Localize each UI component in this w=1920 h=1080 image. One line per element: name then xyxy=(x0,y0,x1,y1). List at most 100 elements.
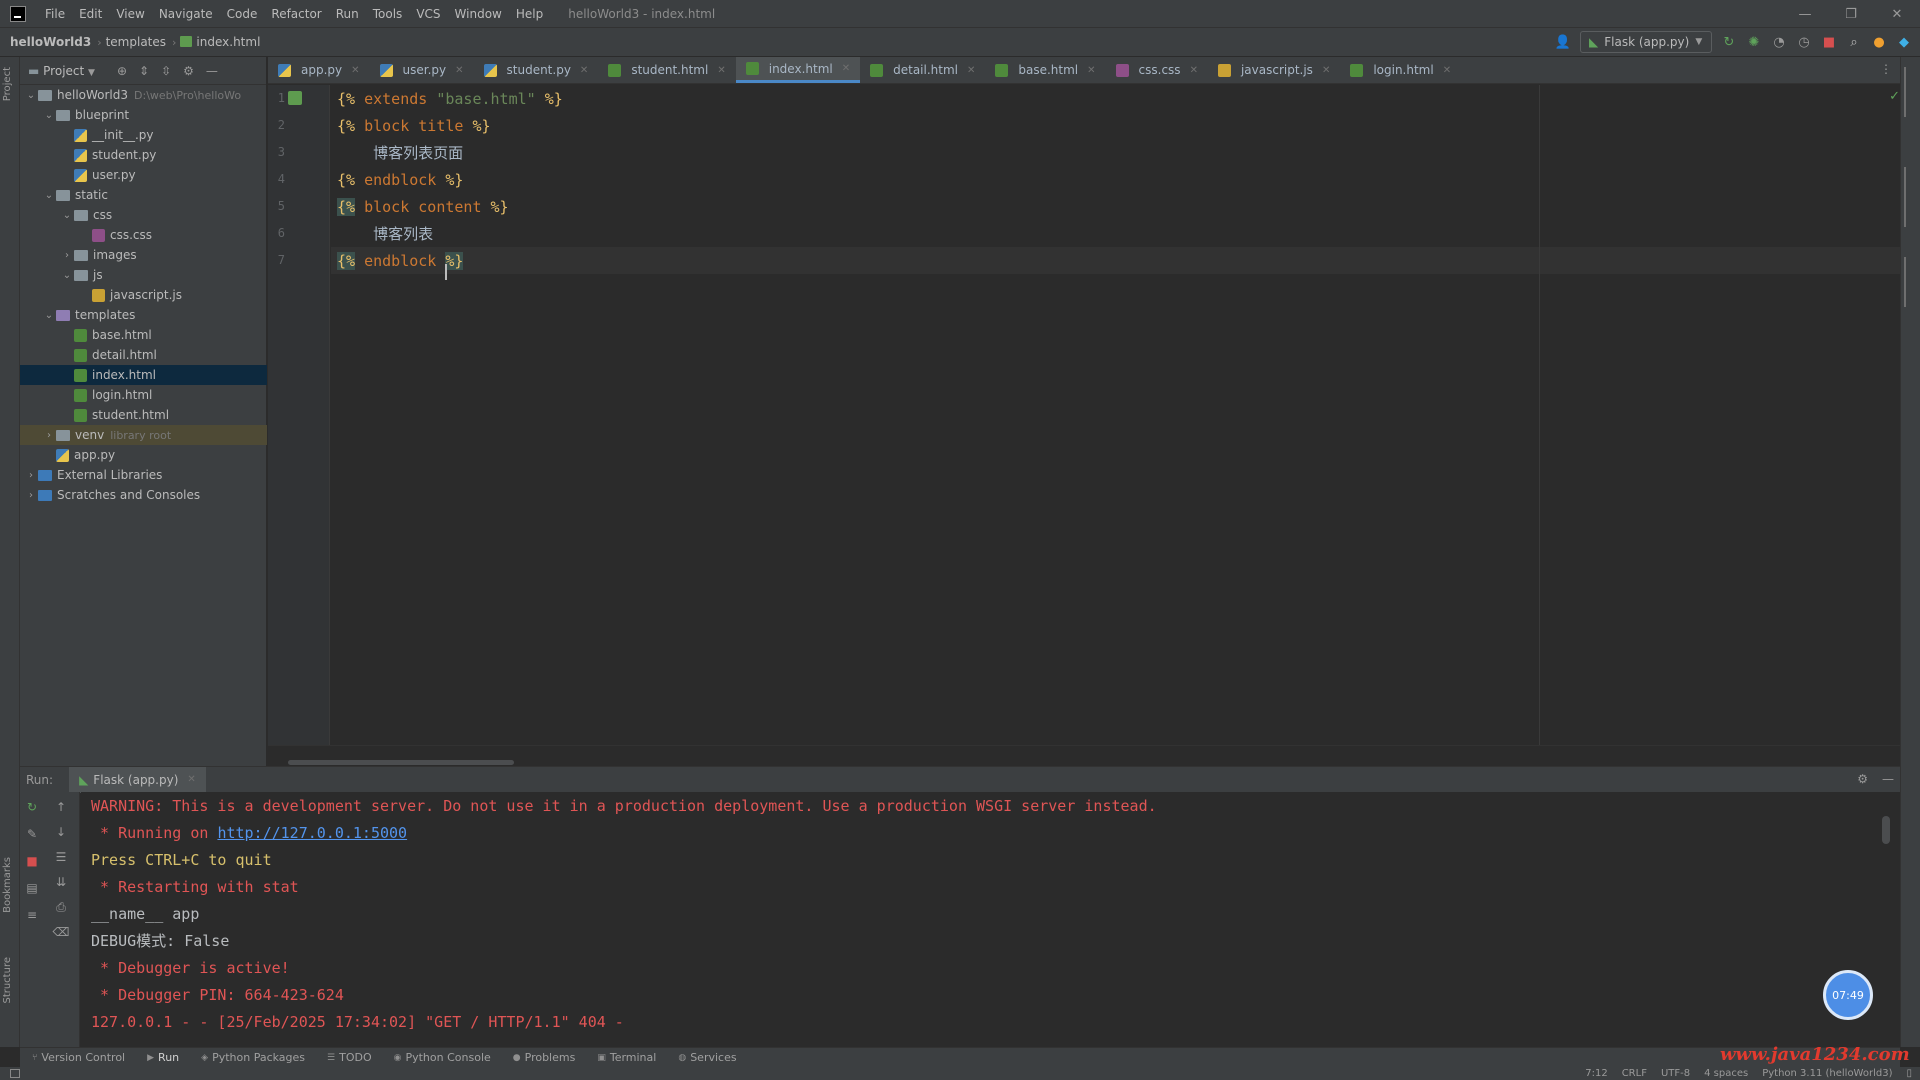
menu-edit[interactable]: Edit xyxy=(72,7,109,21)
menu-tools[interactable]: Tools xyxy=(366,7,410,21)
breadcrumb-project[interactable]: helloWorld3 xyxy=(0,35,91,49)
more-tabs-icon[interactable]: ⋮ xyxy=(1880,62,1892,76)
server-url-link[interactable]: http://127.0.0.1:5000 xyxy=(217,824,407,842)
stop-icon[interactable]: ■ xyxy=(25,854,39,868)
menu-help[interactable]: Help xyxy=(509,7,550,21)
chevron-down-icon[interactable]: ⌄ xyxy=(42,190,56,201)
chevron-right-icon[interactable]: › xyxy=(24,470,38,481)
tree-item[interactable]: detail.html xyxy=(20,345,267,365)
chevron-right-icon[interactable]: › xyxy=(42,430,56,441)
line-separator[interactable]: CRLF xyxy=(1622,1068,1647,1079)
close-icon[interactable]: ✕ xyxy=(717,65,725,76)
code-editor[interactable]: ✓ {% extends "base.html" %} {% block titl… xyxy=(331,85,1920,745)
update-icon[interactable]: ● xyxy=(1871,34,1887,50)
tree-item[interactable]: index.html xyxy=(20,365,267,385)
expand-all-icon[interactable]: ⇕ xyxy=(139,64,149,78)
tree-item[interactable]: base.html xyxy=(20,325,267,345)
breadcrumb-file[interactable]: index.html xyxy=(178,35,260,49)
run-tab-flask[interactable]: ◣ Flask (app.py) ✕ xyxy=(69,766,206,793)
close-button[interactable]: ✕ xyxy=(1874,0,1920,28)
chevron-right-icon[interactable]: › xyxy=(24,490,38,501)
editor-horizontal-scrollbar[interactable] xyxy=(268,745,1920,765)
editor-tab[interactable]: javascript.js ✕ xyxy=(1208,57,1340,83)
run-configuration-select[interactable]: ◣ Flask (app.py) ▼ xyxy=(1580,31,1712,53)
layout-icon[interactable]: ▤ xyxy=(25,881,39,895)
chevron-down-icon[interactable]: ⌄ xyxy=(42,310,56,321)
hide-icon[interactable]: — xyxy=(1882,772,1894,786)
tool-window-terminal[interactable]: ▣ Terminal xyxy=(597,1051,656,1064)
close-icon[interactable]: ✕ xyxy=(1190,65,1198,76)
close-icon[interactable]: ✕ xyxy=(187,774,195,785)
editor-tab[interactable]: user.py ✕ xyxy=(370,57,474,83)
tree-item[interactable]: ⌄ blueprint xyxy=(20,105,267,125)
tool-window-problems[interactable]: ● Problems xyxy=(513,1051,576,1064)
tool-window-python-console[interactable]: ◉ Python Console xyxy=(394,1051,491,1064)
editor-tab[interactable]: student.py ✕ xyxy=(474,57,599,83)
menu-run[interactable]: Run xyxy=(329,7,366,21)
lock-icon[interactable]: ▯ xyxy=(1906,1068,1912,1079)
editor-tab[interactable]: login.html ✕ xyxy=(1340,57,1461,83)
collapse-all-icon[interactable]: ⇳ xyxy=(161,64,171,78)
chevron-down-icon[interactable]: ⌄ xyxy=(24,90,38,101)
stop-icon[interactable]: ■ xyxy=(1821,34,1837,50)
gear-icon[interactable]: ⚙ xyxy=(183,64,194,78)
jetbrains-icon[interactable]: ◆ xyxy=(1896,34,1912,50)
menu-file[interactable]: File xyxy=(38,7,72,21)
tool-window-services[interactable]: ◍ Services xyxy=(678,1051,736,1064)
tree-item[interactable]: javascript.js xyxy=(20,285,267,305)
tree-item[interactable]: › External Libraries xyxy=(20,465,267,485)
close-icon[interactable]: ✕ xyxy=(1322,65,1330,76)
locate-icon[interactable]: ⊕ xyxy=(117,64,127,78)
console-scrollbar-thumb[interactable] xyxy=(1882,816,1890,844)
tree-item[interactable]: __init__.py xyxy=(20,125,267,145)
editor-tab[interactable]: index.html ✕ xyxy=(735,57,861,83)
sciview-tool-button[interactable] xyxy=(1904,167,1916,227)
tree-item[interactable]: ⌄ js xyxy=(20,265,267,285)
no-problems-check-icon[interactable]: ✓ xyxy=(1889,89,1900,104)
more-icon[interactable]: ≡ xyxy=(25,908,39,922)
caret-position[interactable]: 7:12 xyxy=(1585,1068,1607,1079)
tool-window-python-packages[interactable]: ◈ Python Packages xyxy=(201,1051,305,1064)
tool-window-todo[interactable]: ☰ TODO xyxy=(327,1051,372,1064)
tree-item[interactable]: ⌄ helloWorld3 D:\web\Pro\helloWo xyxy=(20,85,267,105)
project-view-select[interactable]: ▬ Project ▼ xyxy=(28,64,95,78)
chevron-down-icon[interactable]: ⌄ xyxy=(60,210,74,221)
profile-icon[interactable]: ◷ xyxy=(1796,34,1812,50)
editor-tab[interactable]: base.html ✕ xyxy=(985,57,1105,83)
close-icon[interactable]: ✕ xyxy=(842,63,850,74)
indent-setting[interactable]: 4 spaces xyxy=(1704,1068,1748,1079)
tree-item[interactable]: student.py xyxy=(20,145,267,165)
soft-wrap-icon[interactable]: ☰ xyxy=(54,850,68,864)
rerun-icon[interactable]: ↻ xyxy=(1721,34,1737,50)
menu-code[interactable]: Code xyxy=(220,7,265,21)
close-icon[interactable]: ✕ xyxy=(1443,65,1451,76)
editor-tab[interactable]: detail.html ✕ xyxy=(860,57,985,83)
close-icon[interactable]: ✕ xyxy=(580,65,588,76)
arrow-down-icon[interactable]: ↓ xyxy=(54,825,68,839)
tree-item[interactable]: ⌄ templates xyxy=(20,305,267,325)
gear-icon[interactable]: ⚙ xyxy=(1857,772,1868,786)
tree-item[interactable]: student.html xyxy=(20,405,267,425)
print-icon[interactable]: ⎙ xyxy=(54,900,68,914)
chevron-down-icon[interactable]: ⌄ xyxy=(42,110,56,121)
tree-item[interactable]: ⌄ static xyxy=(20,185,267,205)
bookmarks-tool-button[interactable]: Bookmarks xyxy=(2,857,13,913)
console-output[interactable]: WARNING: This is a development server. D… xyxy=(81,792,1900,1047)
chevron-right-icon[interactable]: › xyxy=(60,250,74,261)
tool-window-version-control[interactable]: ⑂ Version Control xyxy=(32,1051,125,1064)
maximize-button[interactable]: ❐ xyxy=(1828,0,1874,28)
notifications-tool-button[interactable] xyxy=(1904,257,1916,307)
menu-navigate[interactable]: Navigate xyxy=(152,7,220,21)
rerun-icon[interactable]: ↻ xyxy=(25,800,39,814)
wrench-icon[interactable]: ✎ xyxy=(25,827,39,841)
tree-item[interactable]: › venv library root xyxy=(20,425,267,445)
scroll-to-end-icon[interactable]: ⇊ xyxy=(54,875,68,889)
tree-item[interactable]: ⌄ css xyxy=(20,205,267,225)
close-icon[interactable]: ✕ xyxy=(455,65,463,76)
editor-tab[interactable]: student.html ✕ xyxy=(598,57,735,83)
user-icon[interactable]: 👤 xyxy=(1555,34,1571,50)
editor-tab[interactable]: app.py ✕ xyxy=(268,57,370,83)
tool-window-run[interactable]: ▶ Run xyxy=(147,1051,179,1064)
file-encoding[interactable]: UTF-8 xyxy=(1661,1068,1690,1079)
arrow-up-icon[interactable]: ↑ xyxy=(54,800,68,814)
